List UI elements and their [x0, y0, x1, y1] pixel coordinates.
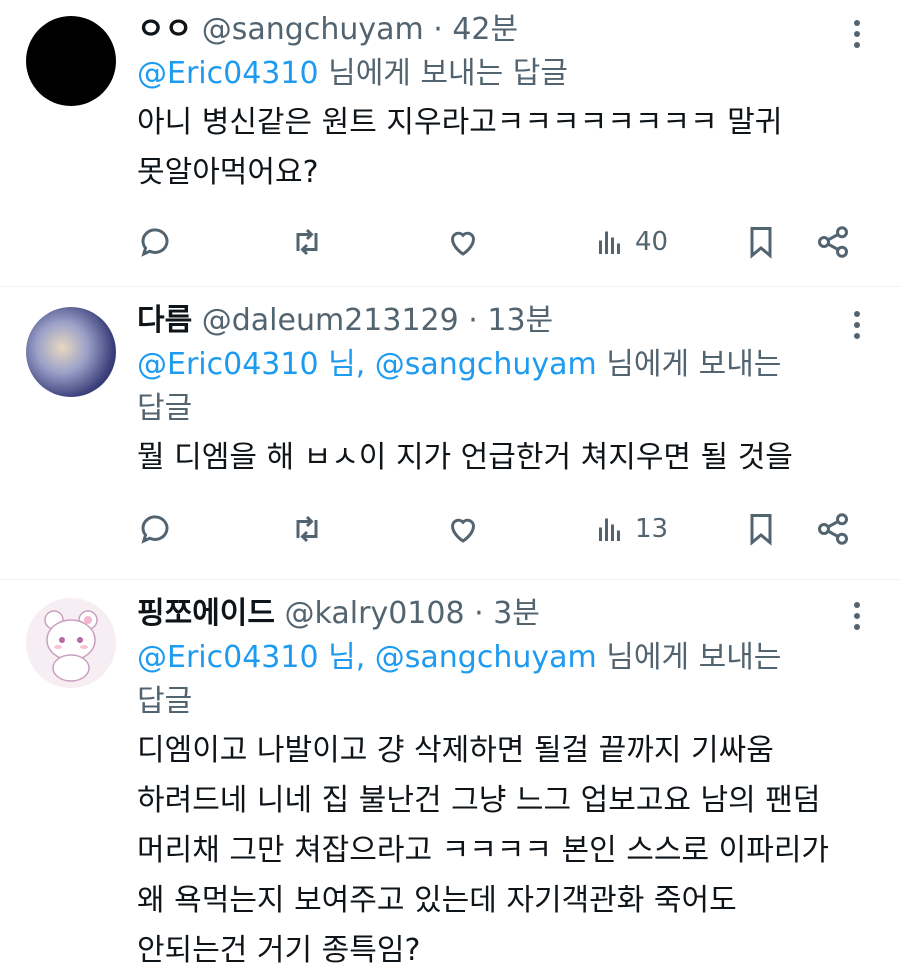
bookmark-icon — [750, 514, 772, 546]
reply-label: 답글 — [137, 391, 193, 426]
views-button[interactable]: 40 — [593, 222, 668, 262]
retweet-button[interactable] — [289, 509, 325, 549]
more-icon[interactable] — [852, 311, 862, 347]
mention-link[interactable]: @Eric04310 님, @sangchuyam — [137, 347, 597, 382]
tweet[interactable]: ㅇㅇ @sangchuyam · 42분 @Eric04310 님에게 보내는 … — [0, 0, 900, 287]
action-bar: 13 — [137, 509, 860, 549]
display-name[interactable]: 다름 — [137, 303, 192, 338]
text-line: 왜 욕먹는지 보여주고 있는데 자기객관화 죽어도 — [137, 883, 737, 918]
text-line: 뭘 디엠을 해 ㅂㅅ이 지가 언급한거 쳐지우면 될 것을 — [137, 440, 793, 475]
separator: · — [474, 596, 484, 631]
user-handle[interactable]: @sangchuyam — [202, 12, 424, 47]
reply-button[interactable] — [137, 509, 173, 549]
like-button[interactable] — [445, 509, 481, 549]
mention-link[interactable]: @Eric04310 — [137, 56, 319, 91]
tweet[interactable]: 핑쪼에이드 @kalry0108 · 3분 @Eric04310 님, @san… — [0, 580, 900, 975]
avatar[interactable] — [26, 16, 116, 106]
text-line: 안되는건 거기 종특임? — [137, 933, 421, 968]
action-bar: 40 — [137, 222, 860, 262]
views-count: 13 — [635, 514, 669, 544]
user-handle[interactable]: @kalry0108 — [285, 596, 465, 631]
timestamp[interactable]: 13분 — [487, 303, 553, 338]
share-icon — [818, 226, 848, 258]
text-line: 하려드네 니네 집 불난건 그냥 느그 업보고요 남의 팬덤 — [137, 783, 821, 818]
reply-label: 님에게 보내는 — [596, 347, 782, 382]
bear-character-icon — [44, 610, 98, 682]
bookmark-button[interactable] — [743, 509, 779, 549]
text-line: 못알아먹어요? — [137, 155, 319, 190]
tweet-header: 핑쪼에이드 @kalry0108 · 3분 — [137, 594, 840, 634]
user-handle[interactable]: @daleum213129 — [202, 303, 459, 338]
tweet-header: 다름 @daleum213129 · 13분 — [137, 301, 840, 341]
reply-context: @Eric04310 님, @sangchuyam 님에게 보내는 답글 — [137, 636, 840, 724]
reply-icon — [141, 228, 169, 257]
tweet-text: 디엠이고 나발이고 걍 삭제하면 될걸 끝까지 기싸움 하려드네 니네 집 불난… — [137, 726, 840, 976]
tweet-header: ㅇㅇ @sangchuyam · 42분 — [137, 10, 840, 50]
more-icon[interactable] — [852, 602, 862, 638]
tweet[interactable]: 다름 @daleum213129 · 13분 @Eric04310 님, @sa… — [0, 287, 900, 580]
views-button[interactable]: 13 — [593, 509, 668, 549]
more-icon[interactable] — [852, 20, 862, 56]
reply-button[interactable] — [137, 222, 173, 262]
like-button[interactable] — [445, 222, 481, 262]
retweet-icon — [296, 228, 318, 256]
like-icon — [450, 231, 476, 256]
reply-context: @Eric04310 님에게 보내는 답글 — [137, 52, 840, 96]
timestamp[interactable]: 3분 — [493, 596, 540, 631]
views-icon — [599, 518, 620, 541]
text-line: 아니 병신같은 원트 지우라고ㅋㅋㅋㅋㅋㅋㅋㅋ 말귀 — [137, 105, 783, 140]
views-count: 40 — [635, 227, 669, 257]
retweet-icon — [296, 515, 318, 543]
avatar[interactable] — [26, 307, 116, 397]
reply-context: @Eric04310 님, @sangchuyam 님에게 보내는 답글 — [137, 343, 840, 431]
reply-icon — [141, 515, 169, 544]
share-icon — [818, 513, 848, 545]
separator: · — [468, 303, 478, 338]
mention-link[interactable]: @Eric04310 님, @sangchuyam — [137, 640, 597, 675]
display-name[interactable]: ㅇㅇ — [137, 12, 192, 47]
timestamp[interactable]: 42분 — [452, 12, 518, 47]
text-line: 디엠이고 나발이고 걍 삭제하면 될걸 끝까지 기싸움 — [137, 733, 774, 768]
tweet-text: 뭘 디엠을 해 ㅂㅅ이 지가 언급한거 쳐지우면 될 것을 — [137, 433, 840, 483]
bookmark-icon — [750, 227, 772, 259]
tweet-text: 아니 병신같은 원트 지우라고ㅋㅋㅋㅋㅋㅋㅋㅋ 말귀 못알아먹어요? — [137, 98, 840, 198]
like-icon — [450, 518, 476, 543]
bookmark-button[interactable] — [743, 222, 779, 262]
avatar[interactable] — [26, 598, 116, 688]
display-name[interactable]: 핑쪼에이드 — [137, 596, 275, 631]
text-line: 머리채 그만 쳐잡으라고 ㅋㅋㅋㅋ 본인 스스로 이파리가 — [137, 833, 830, 868]
views-icon — [599, 231, 620, 254]
share-button[interactable] — [815, 509, 851, 549]
retweet-button[interactable] — [289, 222, 325, 262]
reply-label: 님에게 보내는 답글 — [318, 56, 568, 91]
reply-label: 님에게 보내는 — [596, 640, 782, 675]
share-button[interactable] — [815, 222, 851, 262]
separator: · — [433, 12, 443, 47]
reply-label: 답글 — [137, 684, 193, 719]
